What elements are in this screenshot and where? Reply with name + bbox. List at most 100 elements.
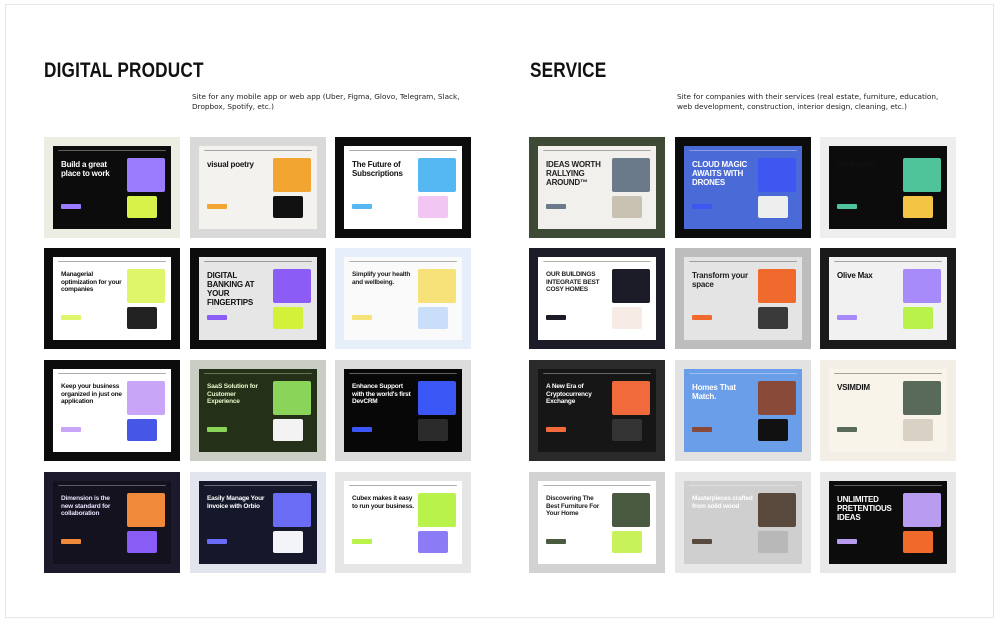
thumbnail-screen: Dimension is the new standard for collab… xyxy=(53,481,171,564)
thumbnail-cta xyxy=(207,427,227,432)
website-thumbnail[interactable]: DIGITAL BANKING AT YOUR FINGERTIPS xyxy=(190,248,326,349)
thumbnail-card-block xyxy=(273,196,303,218)
thumbnail-cta xyxy=(61,539,81,544)
thumbnail-navbar xyxy=(58,485,166,489)
thumbnail-image-block xyxy=(903,381,941,415)
thumbnail-screen: A New Era of Cryptocurrency Exchange xyxy=(538,369,656,452)
section-title: DIGITAL PRODUCT xyxy=(44,59,204,82)
thumbnail-navbar xyxy=(543,150,651,154)
thumbnail-cta xyxy=(352,427,372,432)
thumbnail-card-block xyxy=(612,307,642,329)
thumbnail-card-block xyxy=(612,196,642,218)
thumbnail-headline: Masterpieces crafted from solid wood xyxy=(692,495,753,510)
thumbnail-card-block xyxy=(418,196,448,218)
thumbnail-screen: Build a great place to work xyxy=(53,146,171,229)
thumbnail-cta xyxy=(837,539,857,544)
website-thumbnail[interactable]: SaaS Solution for Customer Experience xyxy=(190,360,326,461)
thumbnail-cta xyxy=(61,315,81,320)
thumbnail-cta xyxy=(692,427,712,432)
website-thumbnail[interactable]: UNLIMITED PRETENTIOUS IDEAS xyxy=(820,472,956,573)
thumbnail-cta xyxy=(546,427,566,432)
thumbnail-headline: VSIMDIM xyxy=(837,383,870,392)
thumbnail-headline: Easily Manage Your Invoice with Orbio xyxy=(207,495,265,510)
thumbnail-image-block xyxy=(903,269,941,303)
thumbnail-image-block xyxy=(903,493,941,527)
thumbnail-image-block xyxy=(273,269,311,303)
thumbnail-cta xyxy=(352,204,372,209)
thumbnail-image-block xyxy=(758,269,796,303)
thumbnail-headline: the Future xyxy=(837,160,875,169)
thumbnail-screen: visual poetry xyxy=(199,146,317,229)
thumbnail-navbar xyxy=(543,485,651,489)
thumbnail-cta xyxy=(546,315,566,320)
thumbnail-screen: Simplify your health and wellbeing. xyxy=(344,257,462,340)
thumbnail-cta xyxy=(692,204,712,209)
website-thumbnail[interactable]: CLOUD MAGIC AWAITS WITH DRONES xyxy=(675,137,811,238)
thumbnail-image-block xyxy=(758,381,796,415)
website-thumbnail[interactable]: The Future of Subscriptions xyxy=(335,137,471,238)
thumbnail-headline: Cubex makes it easy to run your business… xyxy=(352,495,414,510)
thumbnail-card-block xyxy=(903,307,933,329)
thumbnail-cta xyxy=(837,315,857,320)
thumbnail-image-block xyxy=(418,381,456,415)
thumbnail-headline: IDEAS WORTH RALLYING AROUND™ xyxy=(546,160,601,187)
thumbnail-image-block xyxy=(903,158,941,192)
thumbnail-navbar xyxy=(689,485,797,489)
website-thumbnail[interactable]: the Future xyxy=(820,137,956,238)
thumbnail-screen: Easily Manage Your Invoice with Orbio xyxy=(199,481,317,564)
website-thumbnail[interactable]: A New Era of Cryptocurrency Exchange xyxy=(529,360,665,461)
thumbnail-screen: UNLIMITED PRETENTIOUS IDEAS xyxy=(829,481,947,564)
thumbnail-cta xyxy=(692,539,712,544)
thumbnail-cta xyxy=(837,204,857,209)
website-thumbnail[interactable]: Easily Manage Your Invoice with Orbio xyxy=(190,472,326,573)
thumbnail-card-block xyxy=(273,419,303,441)
thumbnail-image-block xyxy=(758,493,796,527)
website-thumbnail[interactable]: Keep your business organized in just one… xyxy=(44,360,180,461)
thumbnail-image-block xyxy=(418,493,456,527)
thumbnail-headline: Build a great place to work xyxy=(61,160,110,178)
website-thumbnail[interactable]: Cubex makes it easy to run your business… xyxy=(335,472,471,573)
thumbnail-image-block xyxy=(612,158,650,192)
thumbnail-cta xyxy=(546,539,566,544)
thumbnail-headline: Homes That Match. xyxy=(692,383,736,401)
thumbnail-headline: Keep your business organized in just one… xyxy=(61,383,122,405)
thumbnail-navbar xyxy=(349,150,457,154)
thumbnail-screen: CLOUD MAGIC AWAITS WITH DRONES xyxy=(684,146,802,229)
website-thumbnail[interactable]: Dimension is the new standard for collab… xyxy=(44,472,180,573)
website-thumbnail[interactable]: OUR BUILDINGS INTEGRATE BEST COSY HOMES xyxy=(529,248,665,349)
thumbnail-screen: Discovering The Best Furniture For Your … xyxy=(538,481,656,564)
thumbnail-screen: the Future xyxy=(829,146,947,229)
thumbnail-navbar xyxy=(689,150,797,154)
thumbnail-screen: VSIMDIM xyxy=(829,369,947,452)
website-thumbnail[interactable]: Masterpieces crafted from solid wood xyxy=(675,472,811,573)
thumbnail-screen: Transform your space xyxy=(684,257,802,340)
website-thumbnail[interactable]: visual poetry xyxy=(190,137,326,238)
thumbnail-image-block xyxy=(127,493,165,527)
thumbnail-cta xyxy=(352,315,372,320)
thumbnail-card-block xyxy=(127,196,157,218)
website-thumbnail[interactable]: Transform your space xyxy=(675,248,811,349)
thumbnail-cta xyxy=(207,204,227,209)
website-thumbnail[interactable]: Enhance Support with the world's first D… xyxy=(335,360,471,461)
thumbnail-navbar xyxy=(204,150,312,154)
thumbnail-image-block xyxy=(273,493,311,527)
thumbnail-navbar xyxy=(204,261,312,265)
website-thumbnail[interactable]: Managerial optimization for your compani… xyxy=(44,248,180,349)
thumbnail-headline: Dimension is the new standard for collab… xyxy=(61,495,111,517)
thumbnail-image-block xyxy=(273,381,311,415)
website-thumbnail[interactable]: Build a great place to work xyxy=(44,137,180,238)
thumbnail-card-block xyxy=(127,531,157,553)
website-thumbnail[interactable]: Olive Max xyxy=(820,248,956,349)
thumbnail-navbar xyxy=(834,373,942,377)
website-thumbnail[interactable]: Discovering The Best Furniture For Your … xyxy=(529,472,665,573)
website-thumbnail[interactable]: IDEAS WORTH RALLYING AROUND™ xyxy=(529,137,665,238)
thumbnail-image-block xyxy=(127,381,165,415)
website-thumbnail[interactable]: Simplify your health and wellbeing. xyxy=(335,248,471,349)
thumbnail-image-block xyxy=(127,269,165,303)
thumbnail-screen: Cubex makes it easy to run your business… xyxy=(344,481,462,564)
section-description: Site for any mobile app or web app (Uber… xyxy=(192,92,460,111)
website-thumbnail[interactable]: Homes That Match. xyxy=(675,360,811,461)
thumbnail-card-block xyxy=(273,531,303,553)
thumbnail-navbar xyxy=(689,261,797,265)
website-thumbnail[interactable]: VSIMDIM xyxy=(820,360,956,461)
